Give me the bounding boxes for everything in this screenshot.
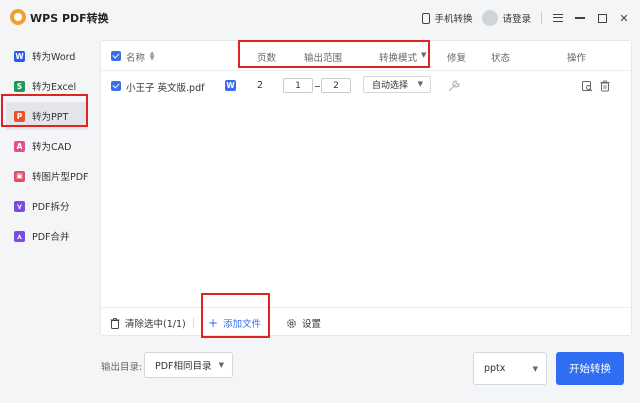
settings-button[interactable]: 设置 [286, 316, 321, 330]
header-name: 名称 [126, 53, 146, 64]
sidebar-item-pdf-split[interactable]: ⋎ PDF拆分 [0, 192, 94, 220]
header-range: 输出范围 [304, 53, 343, 64]
maximize-icon [597, 13, 607, 23]
clear-selected-label: 清除选中(1/1) [125, 319, 186, 330]
close-icon: ✕ [619, 11, 629, 25]
delete-icon[interactable] [599, 80, 611, 92]
range-from-input[interactable]: 1 [283, 78, 313, 93]
titlebar-controls: 手机转换 请登录 ✕ [422, 8, 630, 28]
select-all-checkbox[interactable] [111, 51, 121, 61]
plus-icon: + [208, 316, 219, 330]
app-title: WPS PDF转换 [30, 12, 109, 25]
sidebar-item-label: 转图片型PDF [32, 172, 89, 183]
add-file-button[interactable]: + 添加文件 [208, 316, 261, 330]
header-repair: 修复 [447, 53, 467, 64]
gear-icon [287, 318, 296, 328]
panel-footer: 清除选中(1/1) + 添加文件 设置 [101, 307, 631, 335]
header-pages: 页数 [257, 53, 277, 64]
login-button[interactable]: 请登录 [482, 10, 531, 26]
sidebar-item-ppt[interactable]: P 转为PPT [6, 102, 88, 130]
chevron-down-icon[interactable]: ▼ [421, 51, 426, 59]
page-count: 2 [257, 80, 264, 91]
menu-icon [553, 14, 563, 22]
merge-icon: ⋏ [14, 230, 25, 242]
excel-icon: S [14, 80, 25, 92]
sidebar-item-label: 转为PPT [32, 112, 69, 123]
divider [193, 317, 194, 328]
sort-icon[interactable]: ▲ ▼ [149, 51, 155, 62]
title-bar: WPS PDF转换 手机转换 请登录 ✕ [0, 0, 640, 36]
word-icon: W [14, 50, 25, 62]
sidebar-item-excel[interactable]: S 转为Excel [0, 72, 94, 100]
ppt-icon: P [14, 110, 25, 122]
minimize-button[interactable] [574, 12, 586, 24]
sidebar-item-label: 转为Word [32, 52, 76, 63]
sidebar-item-label: PDF拆分 [32, 202, 70, 213]
word-file-icon: W [225, 80, 236, 91]
output-dir-select[interactable]: PDF相同目录 ▼ [144, 352, 233, 378]
header-mode[interactable]: 转换模式 [379, 50, 417, 64]
format-select[interactable]: pptx ▼ [473, 352, 547, 385]
sidebar-item-cad[interactable]: A 转为CAD [0, 132, 94, 160]
phone-icon [422, 12, 431, 24]
close-button[interactable]: ✕ [618, 11, 630, 25]
sidebar-item-word[interactable]: W 转为Word [0, 42, 94, 70]
range-to-input[interactable]: 2 [321, 78, 351, 93]
sidebar-item-label: PDF合并 [32, 232, 70, 243]
minimize-icon [575, 17, 585, 19]
app-logo-icon [10, 9, 26, 25]
phone-convert-label: 手机转换 [434, 14, 473, 25]
settings-label: 设置 [302, 319, 322, 330]
add-file-label: 添加文件 [223, 319, 262, 330]
sidebar-item-pdf-merge[interactable]: ⋏ PDF合并 [0, 222, 94, 250]
chevron-down-icon: ▼ [417, 80, 423, 88]
output-dir-value: PDF相同目录 [155, 361, 212, 372]
clear-selected-button[interactable]: 清除选中(1/1) [110, 316, 186, 330]
sidebar-item-label: 转为Excel [32, 82, 77, 93]
preview-icon[interactable] [581, 80, 593, 92]
sidebar-item-label: 转为CAD [32, 142, 72, 153]
sidebar: W 转为Word S 转为Excel P 转为PPT A 转为CAD ▣ 转图片… [0, 36, 94, 403]
table-row[interactable]: 小王子 英文版.pdf W 2 1 2 自动选择 ▼ [101, 71, 631, 101]
wrench-icon[interactable] [447, 79, 461, 93]
header-actions: 操作 [567, 53, 587, 64]
image-pdf-icon: ▣ [14, 170, 25, 182]
file-list-panel: 名称 ▲ ▼ 页数 输出范围 转换模式 ▼ 修复 状态 操作 小王子 英文版.pd… [100, 40, 632, 336]
phone-convert-button[interactable]: 手机转换 [422, 11, 472, 25]
mode-select[interactable]: 自动选择 ▼ [363, 76, 431, 93]
trash-icon [110, 317, 120, 329]
split-icon: ⋎ [14, 200, 25, 212]
table-header: 名称 ▲ ▼ 页数 输出范围 转换模式 ▼ 修复 状态 操作 [101, 41, 631, 71]
mode-value: 自动选择 [372, 81, 409, 91]
header-status: 状态 [491, 53, 511, 64]
chevron-down-icon: ▼ [532, 365, 538, 373]
start-convert-button[interactable]: 开始转换 [556, 352, 624, 385]
chevron-down-icon: ▼ [218, 361, 224, 369]
output-dir-label: 输出目录: [101, 362, 143, 373]
avatar [482, 10, 499, 26]
range-dash [315, 86, 320, 87]
sidebar-item-image-pdf[interactable]: ▣ 转图片型PDF [0, 162, 94, 190]
row-checkbox[interactable] [111, 81, 121, 91]
divider [541, 12, 542, 24]
menu-button[interactable] [552, 12, 564, 24]
maximize-button[interactable] [596, 12, 608, 24]
cad-icon: A [14, 140, 25, 152]
login-label: 请登录 [502, 14, 531, 25]
file-name: 小王子 英文版.pdf [126, 83, 205, 94]
format-value: pptx [484, 363, 506, 374]
